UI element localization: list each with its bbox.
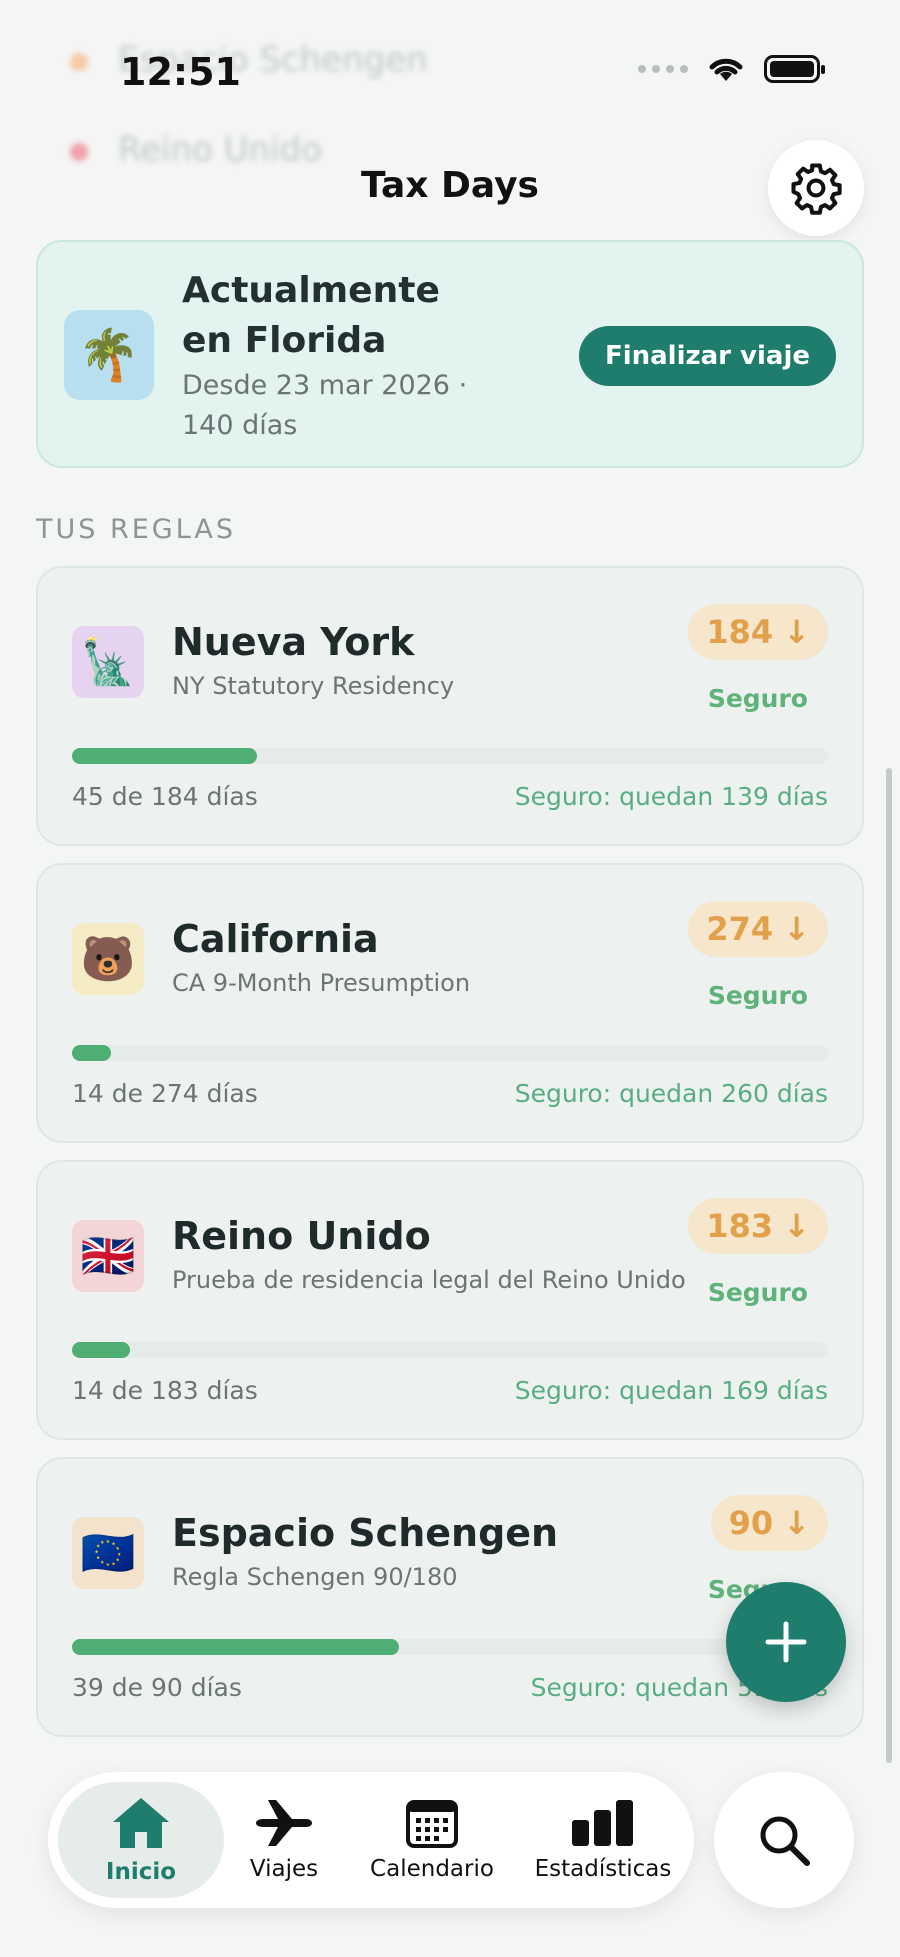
tab-estadisticas[interactable]: Estadísticas	[520, 1772, 686, 1908]
bear-icon: 🐻	[72, 923, 144, 995]
rule-description: Regla Schengen 90/180	[172, 1563, 458, 1591]
rule-description: NY Statutory Residency	[172, 672, 455, 700]
remaining-days: Seguro: quedan 139 días	[514, 782, 828, 811]
progress-fill	[72, 748, 258, 764]
status-time: 12:51	[120, 50, 241, 94]
progress-fill	[72, 1045, 111, 1061]
rule-name: Espacio Schengen	[172, 1511, 559, 1555]
rule-name: Nueva York	[172, 620, 415, 664]
limit-badge: 274 ↓	[688, 901, 828, 957]
arrow-down-icon: ↓	[783, 1504, 810, 1542]
tab-label: Viajes	[249, 1856, 319, 1882]
rule-description: CA 9-Month Presumption	[172, 969, 471, 997]
search-button[interactable]	[714, 1772, 854, 1908]
airplane-icon	[256, 1800, 312, 1846]
limit-badge: 183 ↓	[688, 1198, 828, 1254]
current-location-card: 🌴 Actualmente en Florida Desde 23 mar 20…	[36, 240, 864, 468]
tab-label: Estadísticas	[534, 1856, 672, 1882]
day-count: 45 de 184 días	[72, 782, 258, 811]
tab-viajes[interactable]: Viajes	[224, 1772, 344, 1908]
arrow-down-icon: ↓	[783, 910, 810, 948]
search-icon	[760, 1816, 810, 1866]
current-location-title: Actualmente en Florida	[182, 270, 440, 361]
settings-button[interactable]	[768, 140, 864, 236]
rule-card-uk[interactable]: 🇬🇧 Reino Unido Prueba de residencia lega…	[36, 1160, 864, 1440]
eu-flag-icon: 🇪🇺	[72, 1517, 144, 1589]
plus-icon	[765, 1621, 807, 1663]
scrollbar[interactable]	[886, 768, 892, 1763]
wifi-icon	[709, 58, 743, 81]
status-badge: Seguro	[707, 981, 808, 1010]
tab-label: Calendario	[370, 1856, 494, 1882]
arrow-down-icon: ↓	[783, 613, 810, 651]
rule-description: Prueba de residencia legal del Reino Uni…	[172, 1266, 686, 1294]
rules-section-label: TUS REGLAS	[36, 514, 236, 545]
limit-badge: 90 ↓	[710, 1495, 828, 1551]
current-location-subtitle: Desde 23 mar 2026 · 140 días	[182, 370, 468, 441]
rule-card-california[interactable]: 🐻 California CA 9-Month Presumption 274 ↓…	[36, 863, 864, 1143]
calendar-icon	[406, 1800, 458, 1848]
home-icon	[113, 1798, 169, 1848]
page-title: Tax Days	[361, 165, 539, 206]
limit-value: 183	[706, 1207, 774, 1245]
cellular-signal-icon	[638, 65, 688, 73]
remaining-days: Seguro: quedan 169 días	[514, 1376, 828, 1405]
limit-value: 90	[728, 1504, 774, 1542]
progress-bar	[72, 748, 828, 764]
battery-icon	[764, 55, 825, 83]
tab-bar: Inicio Viajes Calendario Estadísticas	[48, 1772, 694, 1908]
day-count: 14 de 274 días	[72, 1079, 258, 1108]
statue-of-liberty-icon: 🗽	[72, 626, 144, 698]
status-bar: 12:51	[0, 0, 900, 150]
day-count: 14 de 183 días	[72, 1376, 258, 1405]
status-badge: Seguro	[707, 684, 808, 713]
gear-icon	[791, 163, 842, 215]
status-badge: Seguro	[707, 1278, 808, 1307]
progress-fill	[72, 1342, 131, 1358]
end-trip-button[interactable]: Finalizar viaje	[578, 326, 836, 386]
bar-chart-icon	[572, 1800, 633, 1846]
progress-fill	[72, 1639, 400, 1655]
limit-value: 274	[706, 910, 774, 948]
limit-badge: 184 ↓	[688, 604, 828, 660]
limit-value: 184	[706, 613, 774, 651]
day-count: 39 de 90 días	[72, 1673, 242, 1702]
remaining-days: Seguro: quedan 260 días	[514, 1079, 828, 1108]
tab-inicio[interactable]: Inicio	[58, 1782, 224, 1898]
uk-flag-icon: 🇬🇧	[72, 1220, 144, 1292]
rule-card-new-york[interactable]: 🗽 Nueva York NY Statutory Residency 184 ↓…	[36, 566, 864, 846]
progress-bar	[72, 1045, 828, 1061]
add-trip-button[interactable]	[726, 1582, 846, 1702]
tab-label: Inicio	[105, 1859, 177, 1885]
arrow-down-icon: ↓	[783, 1207, 810, 1245]
progress-bar	[72, 1639, 828, 1655]
rule-name: California	[172, 917, 379, 961]
palm-tree-icon: 🌴	[64, 310, 154, 400]
status-icons	[638, 54, 825, 84]
progress-bar	[72, 1342, 828, 1358]
rule-name: Reino Unido	[172, 1214, 431, 1258]
tab-calendario[interactable]: Calendario	[344, 1772, 520, 1908]
rule-card-schengen[interactable]: 🇪🇺 Espacio Schengen Regla Schengen 90/18…	[36, 1457, 864, 1737]
